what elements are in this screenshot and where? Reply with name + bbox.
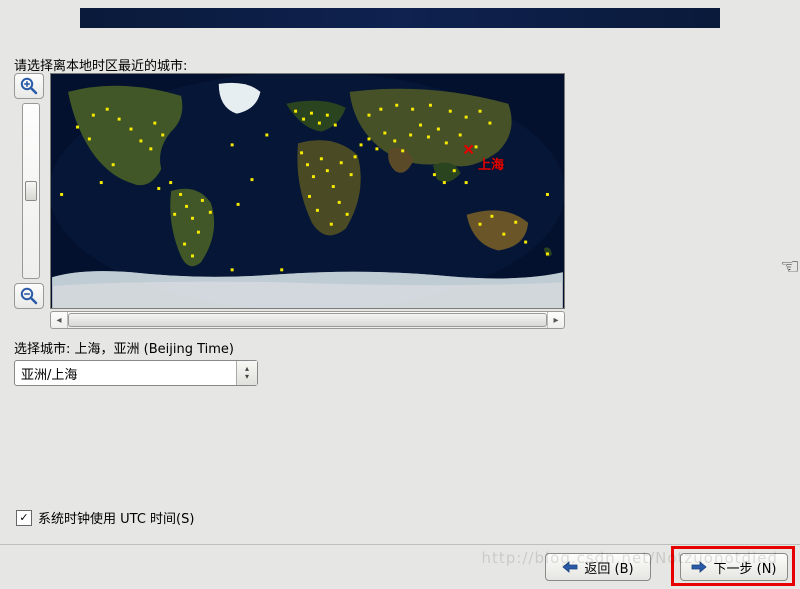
map-horizontal-scrollbar[interactable]: ◂ ▸ xyxy=(50,311,565,329)
world-map[interactable]: 上海 xyxy=(50,73,565,309)
world-map-svg xyxy=(51,74,564,308)
timezone-map-area: 上海 ◂ ▸ xyxy=(14,73,567,331)
chevron-down-icon: ▾ xyxy=(245,373,249,381)
zoom-controls xyxy=(14,73,48,309)
scroll-track[interactable] xyxy=(68,312,547,328)
zoom-out-button[interactable] xyxy=(14,283,44,309)
magnify-plus-icon xyxy=(20,77,38,95)
combo-spinner[interactable]: ▴ ▾ xyxy=(236,361,257,385)
timezone-combobox[interactable]: 亚洲/上海 ▴ ▾ xyxy=(14,360,258,386)
selected-city-label: 上海 xyxy=(478,154,504,173)
zoom-slider-thumb[interactable] xyxy=(25,181,37,201)
zoom-slider[interactable] xyxy=(22,103,40,279)
timezone-value[interactable]: 亚洲/上海 xyxy=(15,361,236,385)
scroll-thumb[interactable] xyxy=(68,313,547,327)
header-banner xyxy=(80,8,720,28)
scroll-left-icon[interactable]: ◂ xyxy=(51,312,68,328)
cursor-icon: ☜ xyxy=(780,255,800,280)
utc-label: 系统时钟使用 UTC 时间(S) xyxy=(38,508,194,527)
zoom-in-button[interactable] xyxy=(14,73,44,99)
watermark: http://blog.csdn.net/Notzuonotdied xyxy=(482,549,778,567)
utc-checkbox[interactable]: ✓ xyxy=(16,510,32,526)
prompt-label: 请选择离本地时区最近的城市: xyxy=(14,55,187,74)
utc-checkbox-row[interactable]: ✓ 系统时钟使用 UTC 时间(S) xyxy=(16,508,194,527)
magnify-minus-icon xyxy=(20,287,38,305)
scroll-right-icon[interactable]: ▸ xyxy=(547,312,564,328)
selected-city-text: 选择城市: 上海，亚洲 (Beijing Time) xyxy=(14,338,234,357)
